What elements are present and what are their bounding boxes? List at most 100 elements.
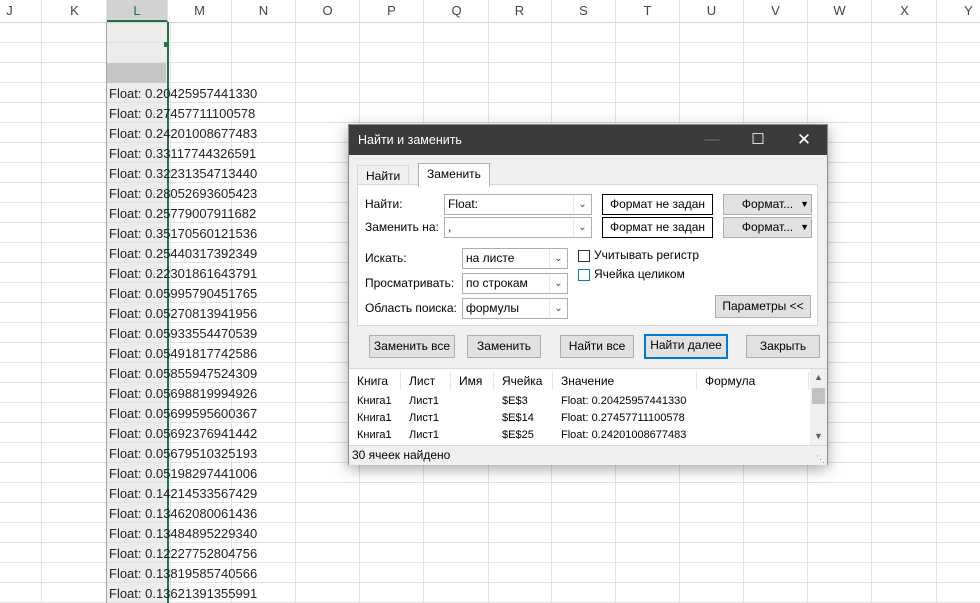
cell-l27[interactable]: Float: 0.12227752804756 xyxy=(109,544,257,564)
cell-l23[interactable]: Float: 0.05198297441006 xyxy=(109,464,257,484)
chevron-down-icon[interactable]: ⌄ xyxy=(573,218,591,237)
chevron-down-icon[interactable]: ⌄ xyxy=(549,249,567,268)
column-header-m[interactable]: M xyxy=(168,0,232,22)
results-column-header[interactable]: Значение xyxy=(553,372,697,390)
find-next-button[interactable]: Найти далее xyxy=(644,334,728,359)
column-header-y[interactable]: Y xyxy=(937,0,980,22)
column-header-r[interactable]: R xyxy=(488,0,552,22)
results-cell[interactable]: Книга1 xyxy=(357,393,392,410)
find-label: Найти: xyxy=(365,197,403,211)
cell-l15[interactable]: Float: 0.05270813941956 xyxy=(109,304,257,324)
column-header-p[interactable]: P xyxy=(360,0,424,22)
within-select[interactable]: на листе ⌄ xyxy=(462,248,568,269)
cell-l21[interactable]: Float: 0.05692376941442 xyxy=(109,424,257,444)
column-header-s[interactable]: S xyxy=(552,0,616,22)
column-header-l[interactable]: L xyxy=(107,0,168,22)
scroll-thumb[interactable] xyxy=(812,388,825,404)
cell-l26[interactable]: Float: 0.13484895229340 xyxy=(109,524,257,544)
column-header-k[interactable]: K xyxy=(43,0,107,22)
results-column-header[interactable]: Лист xyxy=(401,372,451,390)
maximize-icon[interactable]: ☐ xyxy=(735,125,781,155)
cell-l7[interactable]: Float: 0.33117744326591 xyxy=(109,144,256,164)
results-column-header[interactable]: Ячейка xyxy=(494,372,553,390)
cell-l16[interactable]: Float: 0.05933554470539 xyxy=(109,324,257,344)
cell-l12[interactable]: Float: 0.25440317392349 xyxy=(109,244,257,264)
results-cell[interactable]: Книга1 xyxy=(357,427,392,444)
options-button[interactable]: Параметры << xyxy=(715,295,811,318)
dialog-title: Найти и заменить xyxy=(358,133,462,147)
column-header-o[interactable]: O xyxy=(296,0,360,22)
replace-button[interactable]: Заменить xyxy=(467,335,541,358)
cell-l19[interactable]: Float: 0.05698819994926 xyxy=(109,384,257,404)
column-header-q[interactable]: Q xyxy=(425,0,489,22)
results-column-header[interactable]: Формула xyxy=(697,372,809,390)
column-header-j[interactable]: J xyxy=(0,0,42,22)
cell-l17[interactable]: Float: 0.05491817742586 xyxy=(109,344,257,364)
results-cell[interactable]: Книга1 xyxy=(357,410,392,427)
results-list[interactable]: Книга Лист Имя Ячейка Значение Формула Книга1… xyxy=(349,368,827,445)
tab-find[interactable]: Найти xyxy=(357,165,410,186)
replace-format-button[interactable]: Формат... ▼ xyxy=(723,217,812,238)
tab-replace[interactable]: Заменить xyxy=(418,163,490,187)
active-cell[interactable] xyxy=(107,63,166,83)
column-header-n[interactable]: N xyxy=(232,0,296,22)
search-select[interactable]: по строкам ⌄ xyxy=(462,273,568,294)
dropdown-arrow-icon: ▼ xyxy=(800,199,809,209)
cell-l13[interactable]: Float: 0.22301861643791 xyxy=(109,264,257,284)
cell-l22[interactable]: Float: 0.05679510325193 xyxy=(109,444,257,464)
resize-grip-icon[interactable]: ⋱ xyxy=(816,454,826,464)
scroll-up-icon[interactable]: ▲ xyxy=(810,369,827,386)
cell-l6[interactable]: Float: 0.24201008677483 xyxy=(109,124,257,144)
chevron-down-icon[interactable]: ⌄ xyxy=(549,299,567,318)
cell-l29[interactable]: Float: 0.13621391355991 xyxy=(109,584,257,603)
results-cell[interactable]: Лист1 xyxy=(409,410,439,427)
column-header-u[interactable]: U xyxy=(680,0,744,22)
results-cell[interactable]: Лист1 xyxy=(409,393,439,410)
close-button[interactable]: Закрыть xyxy=(746,335,820,358)
find-all-button[interactable]: Найти все xyxy=(560,335,634,358)
column-header-row: JKLMNOPQRSTUVWXY xyxy=(0,0,980,23)
results-cell[interactable]: Float: 0.27457711100578 xyxy=(561,410,685,427)
cell-l25[interactable]: Float: 0.13462080061436 xyxy=(109,504,257,524)
results-cell[interactable]: $E$14 xyxy=(502,410,534,427)
match-entire-checkbox[interactable] xyxy=(578,269,590,281)
cell-l8[interactable]: Float: 0.32231354713440 xyxy=(109,164,257,184)
results-scrollbar[interactable]: ▲ ▼ xyxy=(810,369,827,445)
find-input[interactable]: Float: ⌄ xyxy=(444,194,592,215)
cell-l20[interactable]: Float: 0.05699595600367 xyxy=(109,404,257,424)
results-column-header[interactable]: Имя xyxy=(451,372,494,390)
lookin-select[interactable]: формулы ⌄ xyxy=(462,298,568,319)
results-cell[interactable]: $E$25 xyxy=(502,427,534,444)
results-column-header[interactable]: Книга xyxy=(349,372,401,390)
chevron-down-icon[interactable]: ⌄ xyxy=(549,274,567,293)
cell-l9[interactable]: Float: 0.28052693605423 xyxy=(109,184,257,204)
cell-l28[interactable]: Float: 0.13819585740566 xyxy=(109,564,257,584)
column-header-w[interactable]: W xyxy=(808,0,872,22)
results-cell[interactable]: Лист1 xyxy=(409,427,439,444)
results-cell[interactable]: $E$3 xyxy=(502,393,528,410)
cell-l10[interactable]: Float: 0.25779007911682 xyxy=(109,204,256,224)
find-format-preview: Формат не задан xyxy=(602,194,713,215)
close-icon[interactable]: ✕ xyxy=(781,125,827,155)
results-cell[interactable]: Float: 0.20425957441330 xyxy=(561,393,686,410)
cell-l18[interactable]: Float: 0.05855947524309 xyxy=(109,364,257,384)
cell-l14[interactable]: Float: 0.05995790451765 xyxy=(109,284,257,304)
column-header-v[interactable]: V xyxy=(744,0,808,22)
dialog-titlebar[interactable]: Найти и заменить — ☐ ✕ xyxy=(349,125,827,155)
find-format-button[interactable]: Формат... ▼ xyxy=(723,194,812,215)
results-cell[interactable]: Float: 0.24201008677483 xyxy=(561,427,686,444)
match-case-checkbox[interactable] xyxy=(578,250,590,262)
cell-l5[interactable]: Float: 0.27457711100578 xyxy=(109,104,255,124)
scroll-down-icon[interactable]: ▼ xyxy=(810,428,827,445)
replace-all-button[interactable]: Заменить все xyxy=(369,335,455,358)
lookin-label: Область поиска: xyxy=(365,301,457,315)
column-header-t[interactable]: T xyxy=(616,0,680,22)
column-header-x[interactable]: X xyxy=(873,0,937,22)
cell-l4[interactable]: Float: 0.20425957441330 xyxy=(109,84,257,104)
grid-vline xyxy=(295,22,296,603)
chevron-down-icon[interactable]: ⌄ xyxy=(573,195,591,214)
fill-handle[interactable] xyxy=(164,42,169,47)
cell-l11[interactable]: Float: 0.35170560121536 xyxy=(109,224,257,244)
cell-l24[interactable]: Float: 0.14214533567429 xyxy=(109,484,257,504)
replace-input[interactable]: , ⌄ xyxy=(444,217,592,238)
